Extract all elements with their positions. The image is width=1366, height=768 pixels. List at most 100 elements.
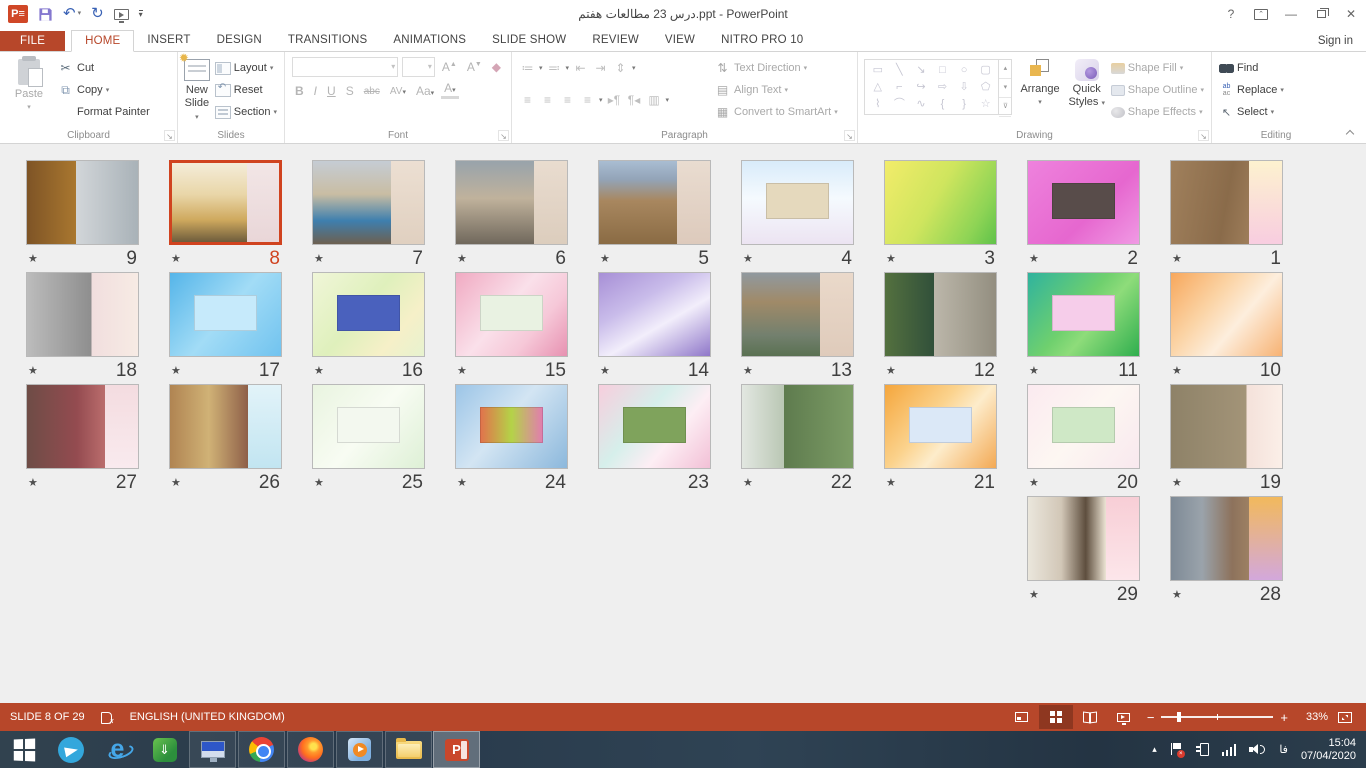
font-color-button[interactable]: A▾ xyxy=(441,83,459,99)
slide-thumbnail-3[interactable] xyxy=(884,160,997,245)
ltr-direction-icon[interactable]: ▸¶ xyxy=(606,93,623,107)
new-slide-button[interactable]: New Slide ▾ xyxy=(182,55,212,127)
undo-icon[interactable]: ↶▾ xyxy=(63,6,81,22)
network-signal-icon[interactable] xyxy=(1222,744,1237,756)
tab-slide-show[interactable]: SLIDE SHOW xyxy=(479,30,579,51)
slide-thumbnail-23[interactable] xyxy=(598,384,711,469)
justify-icon[interactable]: ≡ xyxy=(579,93,596,107)
start-from-beginning-icon[interactable] xyxy=(114,9,129,20)
normal-view-button[interactable] xyxy=(1005,705,1039,729)
slide-thumbnail-10[interactable] xyxy=(1170,272,1283,357)
tab-view[interactable]: VIEW xyxy=(652,30,708,51)
tab-nitro-pro-10[interactable]: NITRO PRO 10 xyxy=(708,30,816,51)
shape-glyph-icon[interactable]: ▢ xyxy=(980,62,990,78)
minimize-button[interactable]: — xyxy=(1276,3,1306,25)
format-painter-button[interactable]: Format Painter xyxy=(54,101,153,123)
slide-thumbnail-18[interactable] xyxy=(26,272,139,357)
taskbar-telegram[interactable] xyxy=(47,731,94,768)
shape-glyph-icon[interactable]: ⬠ xyxy=(981,79,991,95)
font-name-combobox[interactable] xyxy=(292,57,398,77)
shapes-gallery[interactable]: ▭╲↘□○▢△⌐↪⇨⇩⬠⌇⌒∿{}☆ ▴ ▾ ⊽ xyxy=(864,59,1012,115)
tab-home[interactable]: HOME xyxy=(71,30,134,52)
shape-glyph-icon[interactable]: ⌇ xyxy=(875,96,880,112)
increase-font-size-button[interactable]: A▲ xyxy=(439,60,460,74)
shape-glyph-icon[interactable]: ⇩ xyxy=(959,79,968,95)
shape-glyph-icon[interactable]: ⌐ xyxy=(896,79,902,95)
shape-glyph-icon[interactable]: { xyxy=(941,96,945,112)
decrease-font-size-button[interactable]: A▼ xyxy=(464,60,485,74)
text-direction-button[interactable]: ⇅Text Direction▾ xyxy=(711,57,841,79)
slide-sorter-view-button[interactable] xyxy=(1039,705,1073,729)
language-indicator[interactable]: ENGLISH (UNITED KINGDOM) xyxy=(130,711,285,723)
slide-thumbnail-1[interactable] xyxy=(1170,160,1283,245)
action-center-flag-icon[interactable]: × xyxy=(1170,743,1183,756)
bullets-icon[interactable]: ≔ xyxy=(519,61,536,75)
reading-view-button[interactable] xyxy=(1073,705,1107,729)
taskbar-on-screen-keyboard[interactable] xyxy=(189,731,236,768)
sign-in-link[interactable]: Sign in xyxy=(1318,35,1353,47)
shapes-gallery-scrollbar[interactable]: ▴ ▾ ⊽ xyxy=(998,60,1011,114)
slide-thumbnail-9[interactable] xyxy=(26,160,139,245)
taskbar-chrome[interactable] xyxy=(238,731,285,768)
line-spacing-icon[interactable]: ⇕ xyxy=(612,61,629,75)
clock[interactable]: 15:04 07/04/2020 xyxy=(1301,737,1356,763)
convert-to-smartart-button[interactable]: ▦Convert to SmartArt▾ xyxy=(711,101,841,123)
paste-button[interactable]: Paste▾ xyxy=(4,55,54,127)
taskbar-powerpoint[interactable]: P xyxy=(433,731,480,768)
shape-glyph-icon[interactable]: □ xyxy=(939,62,946,78)
copy-button[interactable]: ⧉Copy▾ xyxy=(54,79,153,101)
spell-check-icon[interactable] xyxy=(101,711,114,724)
tab-file[interactable]: FILE xyxy=(0,31,65,51)
drawing-dialog-launcher-icon[interactable]: ↘ xyxy=(1198,130,1209,141)
slide-thumbnail-13[interactable] xyxy=(741,272,854,357)
customize-quick-access-toolbar-icon[interactable]: ▾ xyxy=(139,10,143,18)
taskbar-idm[interactable]: ⇓ xyxy=(141,731,188,768)
shape-glyph-icon[interactable]: ↪ xyxy=(916,79,925,95)
shape-glyph-icon[interactable]: ⇨ xyxy=(938,79,947,95)
slide-thumbnail-20[interactable] xyxy=(1027,384,1140,469)
align-left-icon[interactable]: ≡ xyxy=(519,93,536,107)
shape-fill-button[interactable]: Shape Fill▾ xyxy=(1108,57,1207,79)
tab-animations[interactable]: ANIMATIONS xyxy=(380,30,479,51)
taskbar-media-player[interactable] xyxy=(336,731,383,768)
replace-button[interactable]: abacReplace▾ xyxy=(1216,79,1287,101)
paragraph-dialog-launcher-icon[interactable]: ↘ xyxy=(844,130,855,141)
power-plug-icon[interactable] xyxy=(1200,743,1209,756)
slide-thumbnail-15[interactable] xyxy=(455,272,568,357)
slide-thumbnail-17[interactable] xyxy=(169,272,282,357)
taskbar-internet-explorer[interactable]: e xyxy=(94,731,141,768)
shapes-more-icon[interactable]: ⊽ xyxy=(999,98,1011,117)
shapes-scroll-up-icon[interactable]: ▴ xyxy=(999,60,1011,79)
slide-thumbnail-2[interactable] xyxy=(1027,160,1140,245)
shape-glyph-icon[interactable]: ▭ xyxy=(873,62,883,78)
increase-indent-icon[interactable]: ⇥ xyxy=(592,61,609,75)
align-text-button[interactable]: ▤Align Text▾ xyxy=(711,79,841,101)
slide-thumbnail-22[interactable] xyxy=(741,384,854,469)
hidden-icons-button[interactable]: ▴ xyxy=(1152,744,1157,755)
shape-glyph-icon[interactable]: ↘ xyxy=(916,62,925,78)
language-switcher[interactable]: فا xyxy=(1279,743,1288,756)
slide-thumbnail-8[interactable] xyxy=(169,160,282,245)
slide-thumbnail-14[interactable] xyxy=(598,272,711,357)
align-center-icon[interactable]: ≡ xyxy=(539,93,556,107)
select-button[interactable]: ↖Select▾ xyxy=(1216,101,1287,123)
volume-icon[interactable] xyxy=(1249,743,1266,756)
restore-button[interactable] xyxy=(1306,3,1336,25)
taskbar-file-explorer[interactable] xyxy=(385,731,432,768)
italic-button[interactable]: I xyxy=(311,84,320,98)
decrease-indent-icon[interactable]: ⇤ xyxy=(572,61,589,75)
zoom-slider-thumb[interactable] xyxy=(1177,712,1181,722)
bold-button[interactable]: B xyxy=(292,84,307,98)
slide-thumbnail-6[interactable] xyxy=(455,160,568,245)
shape-glyph-icon[interactable]: ○ xyxy=(961,62,968,78)
help-button[interactable]: ? xyxy=(1216,3,1246,25)
cut-button[interactable]: ✂Cut xyxy=(54,57,153,79)
shape-glyph-icon[interactable]: ⌒ xyxy=(894,96,905,112)
text-shadow-button[interactable]: S xyxy=(343,84,357,98)
close-button[interactable]: ✕ xyxy=(1336,3,1366,25)
slide-thumbnail-21[interactable] xyxy=(884,384,997,469)
zoom-slider[interactable] xyxy=(1161,716,1273,718)
powerpoint-logo-icon[interactable]: P≡ xyxy=(8,5,28,23)
slide-thumbnail-7[interactable] xyxy=(312,160,425,245)
tab-insert[interactable]: INSERT xyxy=(134,30,203,51)
